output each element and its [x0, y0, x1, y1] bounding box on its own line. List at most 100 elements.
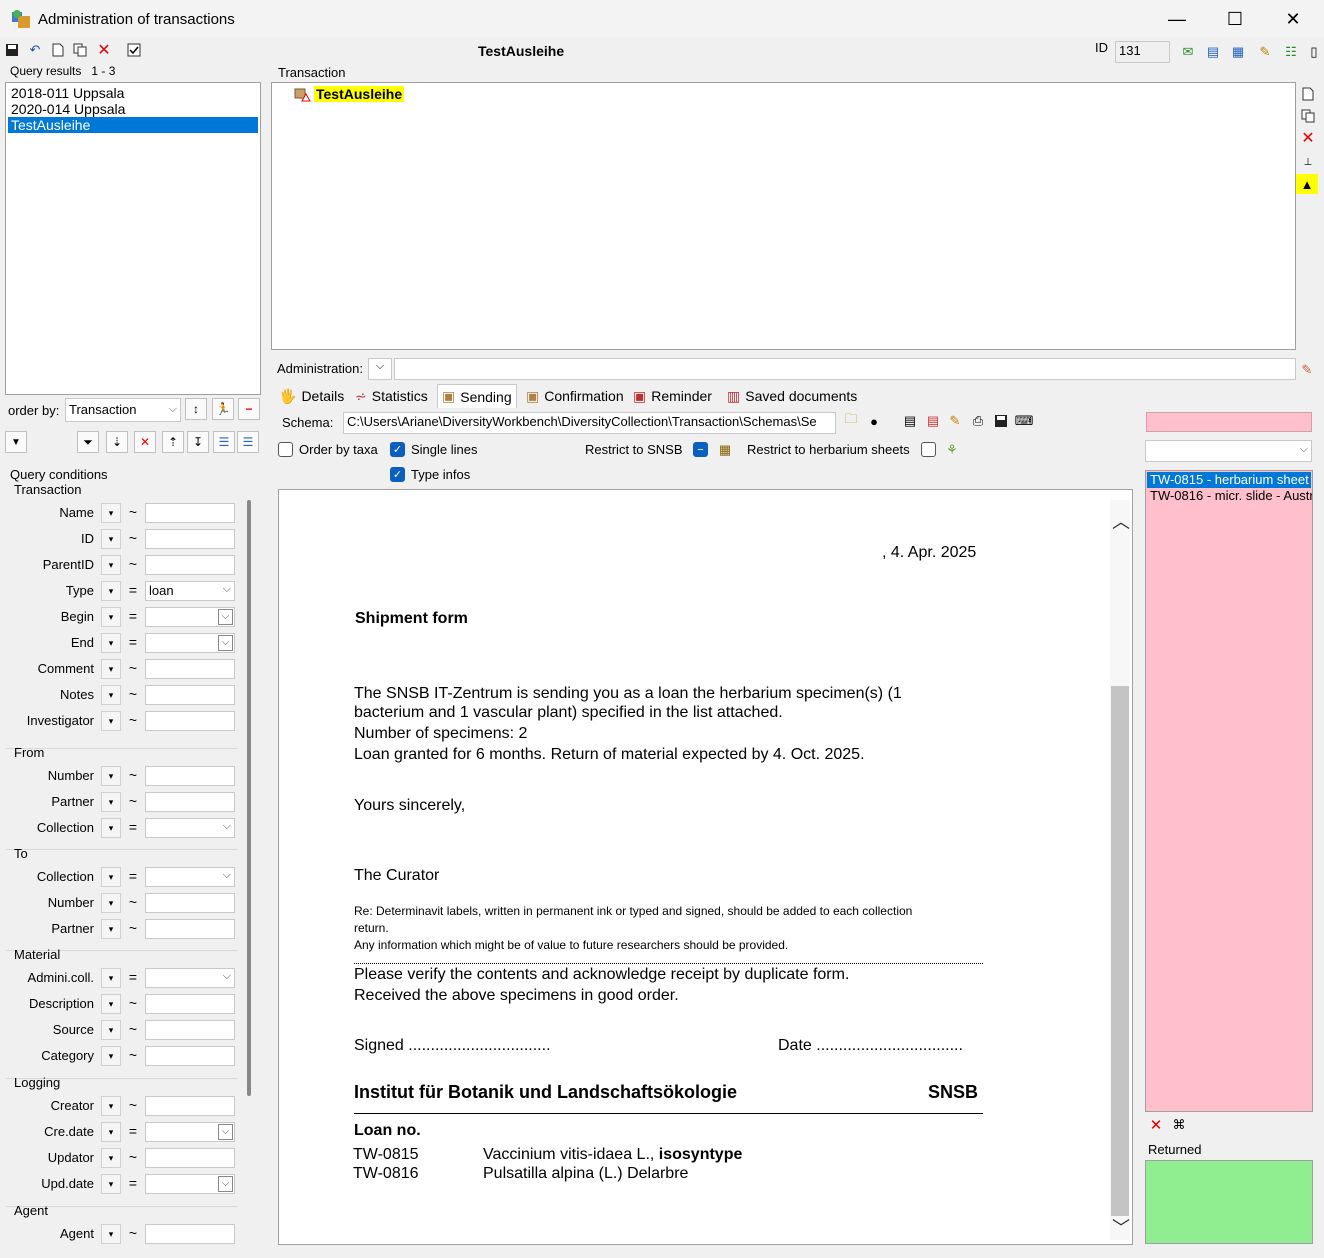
warning-icon[interactable]: ▲ [1296, 174, 1318, 194]
condition-value-field[interactable] [145, 503, 235, 523]
scroll-thumb[interactable] [1111, 686, 1129, 1216]
pdf-icon[interactable]: ▤ [925, 413, 941, 429]
sort-az-icon[interactable]: ↕ [185, 398, 207, 420]
condition-operator-dropdown[interactable]: ▾ [101, 1174, 121, 1194]
condition-icon[interactable]: ↧ [187, 431, 209, 453]
administration-dropdown[interactable]: ⌵ [368, 358, 392, 380]
condition-operator-dropdown[interactable]: ▾ [101, 607, 121, 627]
tab-reminder[interactable]: ▣ Reminder [629, 384, 716, 408]
condition-value-field[interactable] [145, 766, 235, 786]
print-icon[interactable]: ⎙ [970, 413, 986, 429]
condition-operator-dropdown[interactable]: ▾ [101, 893, 121, 913]
email-icon[interactable]: ✉ [1180, 44, 1196, 60]
condition-value-field[interactable]: ⌵ [145, 867, 235, 887]
chevron-down-icon[interactable]: ⌵ [218, 609, 233, 625]
table-view-icon[interactable]: ▤ [1205, 44, 1221, 60]
new-document-icon[interactable] [50, 42, 66, 58]
add-condition-icon[interactable]: ⇡ [162, 431, 184, 453]
save-document-icon[interactable] [993, 413, 1009, 429]
condition-operator-dropdown[interactable]: ▾ [101, 659, 121, 679]
runner-icon[interactable]: 🏃 [212, 398, 234, 420]
scroll-down-icon[interactable]: ﹀ [1112, 1214, 1130, 1240]
condition-operator-dropdown[interactable]: ▾ [101, 1096, 121, 1116]
condition-operator-dropdown[interactable]: ▾ [101, 919, 121, 939]
sort-down-icon[interactable]: ⇣ [106, 431, 128, 453]
scanner-icon[interactable]: ⌨ [1015, 413, 1034, 429]
order-by-taxa-box[interactable] [278, 442, 293, 457]
single-lines-checkbox[interactable]: ✓ Single lines [390, 442, 478, 457]
condition-value-field[interactable] [145, 711, 235, 731]
condition-operator-dropdown[interactable]: ▾ [101, 1122, 121, 1142]
parent-icon[interactable]: ⊥ [1300, 154, 1316, 170]
condition-value-field[interactable] [145, 1046, 235, 1066]
transaction-tree[interactable]: TestAusleihe [271, 82, 1296, 350]
specimen-list[interactable]: TW-0815 - herbarium sheet TW-0816 - micr.… [1145, 470, 1313, 1112]
binoculars-icon[interactable]: ⌘ [1171, 1117, 1187, 1133]
edit-schema-icon[interactable]: ✎ [947, 413, 963, 429]
condition-value-field[interactable]: ⌵ [145, 1122, 235, 1142]
transaction-node[interactable]: TestAusleihe [314, 86, 405, 102]
condition-value-field[interactable] [145, 893, 235, 913]
list-icon[interactable]: ▯ [1306, 44, 1322, 60]
condition-operator-dropdown[interactable]: ▾ [101, 766, 121, 786]
condition-value-field[interactable]: ⌵ [145, 607, 235, 627]
condition-value-field[interactable] [145, 792, 235, 812]
condition-value-field[interactable] [145, 994, 235, 1014]
save-icon[interactable] [4, 42, 20, 58]
condition-value-field[interactable] [145, 659, 235, 679]
order-by-taxa-checkbox[interactable]: Order by taxa [278, 442, 378, 457]
copy-icon[interactable] [72, 42, 88, 58]
administration-field[interactable] [394, 358, 1296, 380]
condition-operator-dropdown[interactable]: ▾ [101, 968, 121, 988]
administration-edit-icon[interactable]: ✎ [1299, 362, 1315, 378]
edit-icon[interactable]: ✎ [1257, 44, 1273, 60]
chevron-down-icon[interactable]: ⌵ [218, 1124, 233, 1140]
query-results-list[interactable]: 2018-011 Uppsala 2020-014 Uppsala TestAusl… [5, 82, 261, 395]
condition-value-field[interactable] [145, 919, 235, 939]
condition-operator-dropdown[interactable]: ▾ [101, 1224, 121, 1244]
single-lines-box[interactable]: ✓ [390, 442, 405, 457]
type-infos-checkbox[interactable]: ✓ Type infos [390, 467, 470, 482]
specimen-item[interactable]: TW-0816 - micr. slide - Austr [1147, 488, 1312, 504]
order-by-select[interactable]: Transaction ⌵ [65, 398, 181, 422]
query-result-item[interactable]: 2020-014 Uppsala [8, 101, 258, 117]
type-infos-box[interactable]: ✓ [390, 467, 405, 482]
condition-value-field[interactable]: ⌵ [145, 818, 235, 838]
condition-value-field[interactable]: ⌵ [145, 968, 235, 988]
condition-value-field[interactable]: ⌵ [145, 633, 235, 653]
condition-operator-dropdown[interactable]: ▾ [101, 994, 121, 1014]
chevron-down-icon[interactable]: ⌵ [223, 820, 231, 833]
condition-value-field[interactable] [145, 1148, 235, 1168]
condition-operator-dropdown[interactable]: ▾ [101, 503, 121, 523]
condition-value-field[interactable]: loan ⌵ [145, 581, 235, 601]
condition-operator-dropdown[interactable]: ▾ [101, 685, 121, 705]
condition-value-field[interactable] [145, 529, 235, 549]
condition-value-field[interactable]: ⌵ [145, 1174, 235, 1194]
scroll-up-icon[interactable]: ︿ [1112, 508, 1130, 534]
maximize-button[interactable]: ☐ [1206, 0, 1264, 38]
condition-operator-dropdown[interactable]: ▾ [101, 633, 121, 653]
condition-operator-dropdown[interactable]: ▾ [101, 555, 121, 575]
collapse-all-icon[interactable]: ☰ [237, 431, 259, 453]
document-icon[interactable]: ▤ [902, 413, 918, 429]
filter-icon[interactable]: ⏷ [77, 431, 99, 453]
tab-sending[interactable]: ▣ Sending [437, 384, 517, 408]
chevron-down-icon[interactable]: ⌵ [223, 970, 231, 983]
expand-all-icon[interactable]: ☰ [213, 431, 235, 453]
clear-filter-icon[interactable]: ✕ [134, 431, 156, 453]
chevron-down-icon[interactable]: ⌵ [218, 635, 233, 651]
returned-list[interactable] [1145, 1160, 1313, 1244]
condition-operator-dropdown[interactable]: ▾ [101, 1020, 121, 1040]
tab-saved-documents[interactable]: ▥ Saved documents [723, 384, 861, 408]
condition-operator-dropdown[interactable]: ▾ [101, 581, 121, 601]
id-field[interactable]: 131 [1115, 41, 1170, 63]
specimen-filter-select[interactable]: ⌵ [1145, 440, 1312, 462]
restrict-snsb-box[interactable]: − [693, 442, 708, 457]
github-icon[interactable]: ● [866, 413, 882, 429]
condition-operator-dropdown[interactable]: ▾ [101, 792, 121, 812]
document-preview[interactable]: , 4. Apr. 2025 Shipment form The SNSB IT… [278, 489, 1133, 1245]
condition-operator-dropdown[interactable]: ▾ [101, 1046, 121, 1066]
condition-value-field[interactable] [145, 685, 235, 705]
delete-icon[interactable]: ✕ [96, 42, 112, 59]
tab-statistics[interactable]: ⩫ Statistics [351, 384, 432, 408]
